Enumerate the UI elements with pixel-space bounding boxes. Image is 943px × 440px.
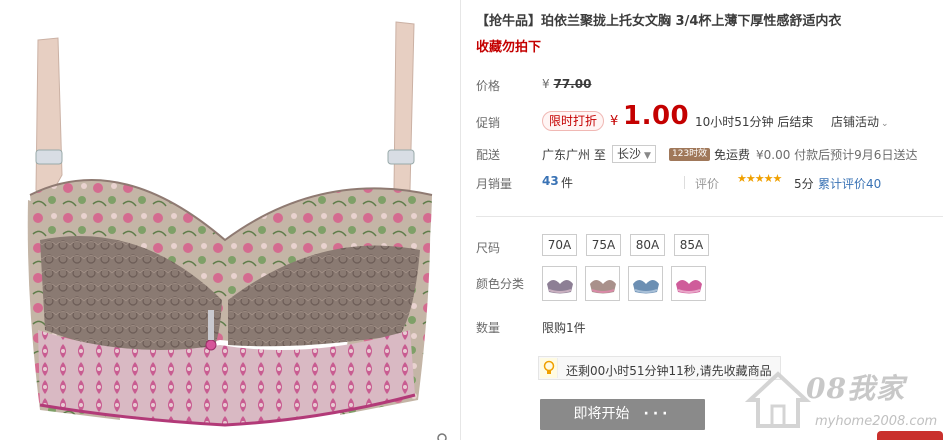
monthly-sales-count: 43 xyxy=(542,174,559,188)
button-label: 即将开始 xyxy=(573,406,630,422)
currency-symbol: ¥ xyxy=(542,77,550,91)
color-option-blue[interactable] xyxy=(628,266,663,301)
watermark-title: 08我家 xyxy=(806,372,905,405)
promo-badge: 限时打折 xyxy=(542,111,605,131)
caret-down-icon: ▼ xyxy=(644,151,651,161)
color-option-gray-blue[interactable] xyxy=(542,266,577,301)
original-price-value: 77.00 xyxy=(553,77,592,91)
color-option-mocha[interactable] xyxy=(585,266,620,301)
destination-city-select[interactable]: 长沙 ▼ xyxy=(612,145,656,163)
rating-stars-icon: ★★★★★ xyxy=(737,172,782,185)
size-option-75a[interactable]: 75A xyxy=(586,234,621,256)
size-option-80a[interactable]: 80A xyxy=(630,234,665,256)
bra-illustration xyxy=(27,21,433,427)
chevron-down-icon: ⌄ xyxy=(881,119,889,129)
destination-city: 长沙 xyxy=(617,147,642,161)
separator xyxy=(684,176,685,189)
color-options xyxy=(542,266,706,301)
product-image[interactable] xyxy=(0,0,460,440)
coming-soon-button[interactable]: 即将开始 ··· xyxy=(540,399,705,430)
color-option-rose[interactable] xyxy=(671,266,706,301)
review-label: 评价 xyxy=(695,177,720,191)
product-title: 【抢牛品】珀依兰聚拢上托女文胸 3/4杯上薄下厚性感舒适内衣 xyxy=(476,14,842,29)
free-shipping: 免运费 xyxy=(714,148,751,162)
button-dots: ··· xyxy=(643,406,672,422)
purchase-limit: 限购1件 xyxy=(542,321,586,335)
product-page: 【抢牛品】珀依兰聚拢上托女文胸 3/4杯上薄下厚性感舒适内衣 收藏勿拍下 价格 … xyxy=(0,0,943,440)
original-price: ¥ 77.00 xyxy=(542,77,591,91)
shop-activity-dropdown[interactable]: 店铺活动 ⌄ xyxy=(831,113,889,130)
bra-thumbnail-icon xyxy=(546,279,573,293)
watermark-url: myhome2008.com xyxy=(815,414,938,429)
corner-tab xyxy=(877,431,943,440)
ship-from: 广东广州 至 xyxy=(542,148,606,162)
promo-label: 促销 xyxy=(476,116,501,130)
size-options: 70A 75A 80A 85A xyxy=(542,234,709,256)
shipping-fee: ¥0.00 付款后预计9月6日送达 xyxy=(756,148,918,162)
magnifier-icon[interactable] xyxy=(436,432,450,440)
section-divider xyxy=(476,216,943,217)
delivery-label: 配送 xyxy=(476,148,501,162)
monthly-sales-unit: 件 xyxy=(561,176,574,190)
lightbulb-icon xyxy=(540,358,558,378)
size-option-85a[interactable]: 85A xyxy=(674,234,709,256)
bra-thumbnail-icon xyxy=(589,279,616,293)
review-count-link[interactable]: 累计评价40 xyxy=(818,175,881,192)
bra-thumbnail-icon xyxy=(632,279,659,293)
promo-currency: ¥ xyxy=(610,114,619,129)
size-option-70a[interactable]: 70A xyxy=(542,234,577,256)
size-label: 尺码 xyxy=(476,241,501,255)
shop-activity-label: 店铺活动 xyxy=(831,115,880,129)
promo-countdown: 10小时51分钟 后结束 xyxy=(695,115,814,129)
price-label: 价格 xyxy=(476,79,501,93)
quantity-label: 数量 xyxy=(476,321,501,335)
monthly-sales-label: 月销量 xyxy=(476,177,513,191)
promo-price: 1.00 xyxy=(623,101,690,131)
color-label: 颜色分类 xyxy=(476,277,525,291)
rating-score: 5分 xyxy=(794,177,814,191)
product-subtitle: 收藏勿拍下 xyxy=(476,40,542,55)
divider xyxy=(460,0,461,440)
delivery-time-tag: 123时效 xyxy=(669,148,711,161)
bra-thumbnail-icon xyxy=(675,279,702,293)
